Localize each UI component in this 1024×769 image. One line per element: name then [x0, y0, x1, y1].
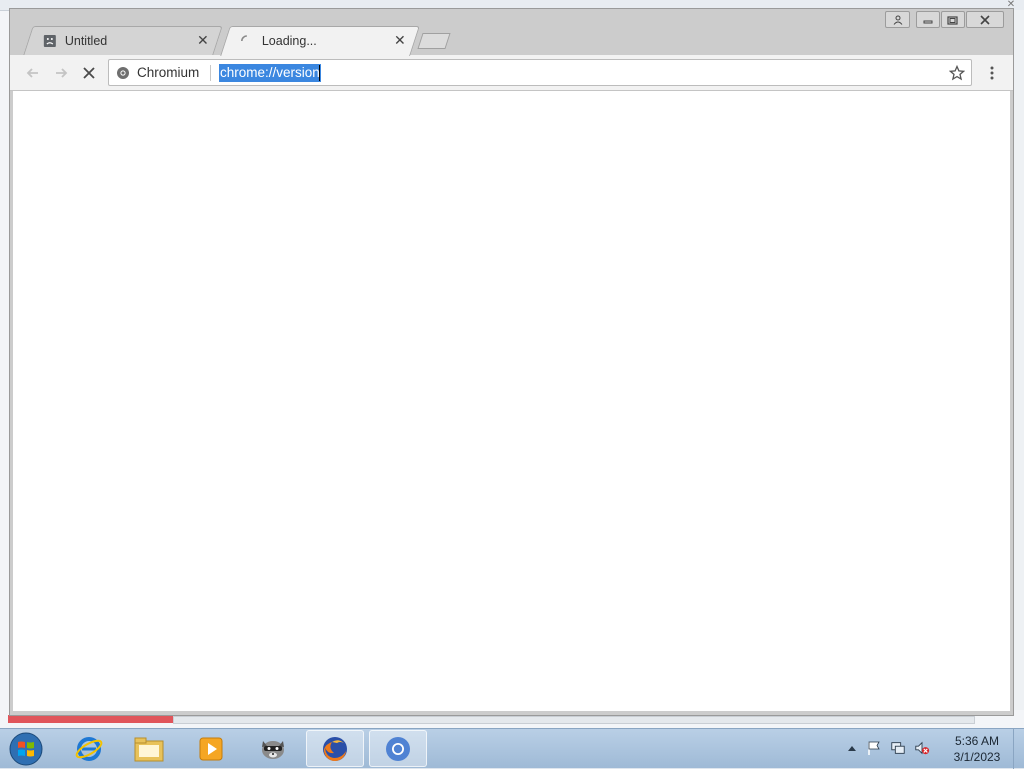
- folder-icon: [134, 737, 164, 761]
- taskbar-windows-explorer[interactable]: [120, 730, 178, 767]
- background-progress-strip: [8, 715, 173, 723]
- network-icon: [891, 742, 905, 754]
- taskbar-chromium[interactable]: [369, 730, 427, 767]
- taskbar-media-player[interactable]: [182, 730, 240, 767]
- omnibox-divider: [210, 65, 211, 81]
- windows-logo-icon: [9, 732, 43, 766]
- clock-time: 5:36 AM: [954, 734, 1000, 748]
- tab-close-icon[interactable]: ✕: [195, 32, 211, 48]
- minimize-button[interactable]: [916, 11, 940, 28]
- restore-icon: [947, 15, 958, 25]
- taskbar-firefox[interactable]: [306, 730, 364, 767]
- tab-loading[interactable]: Loading... ✕: [220, 26, 420, 56]
- taskbar-raccoon-app[interactable]: [244, 730, 302, 767]
- action-center-flag[interactable]: [866, 740, 882, 756]
- stop-x-icon: [83, 67, 95, 79]
- back-button[interactable]: [21, 61, 45, 85]
- bookmark-star-button[interactable]: [947, 63, 967, 83]
- show-hidden-icons-button[interactable]: [844, 740, 860, 756]
- browser-toolbar: Chromium chrome://version: [10, 55, 1013, 91]
- background-horizontal-scrollbar[interactable]: [173, 716, 975, 724]
- taskbar-internet-explorer[interactable]: [60, 730, 118, 767]
- network-status[interactable]: [890, 740, 906, 756]
- tab-untitled[interactable]: Untitled ✕: [23, 26, 223, 55]
- text-cursor: [319, 65, 320, 81]
- raccoon-icon: [262, 740, 284, 759]
- tab-close-icon[interactable]: ✕: [392, 32, 408, 48]
- taskbar: 5:36 AM 3/1/2023: [0, 728, 1024, 769]
- background-scrollbar[interactable]: [1013, 10, 1024, 710]
- system-tray: 5:36 AM 3/1/2023: [840, 729, 1024, 769]
- page-content[interactable]: [13, 91, 1010, 711]
- star-icon: [949, 65, 965, 81]
- maximize-button[interactable]: [941, 11, 965, 28]
- arrow-left-icon: [26, 68, 38, 78]
- arrow-right-icon: [56, 68, 68, 78]
- kebab-menu-icon: [990, 66, 994, 80]
- profile-button[interactable]: [885, 11, 910, 28]
- tab-title: Untitled: [64, 34, 108, 48]
- media-player-icon: [199, 737, 223, 760]
- start-button[interactable]: [4, 730, 48, 768]
- show-desktop-button[interactable]: [1013, 729, 1024, 769]
- loading-spinner-icon: [240, 34, 254, 48]
- browser-window: Untitled ✕ Loading... ✕ Chromium chrome:…: [9, 8, 1014, 716]
- volume-muted[interactable]: [914, 740, 930, 756]
- url-text-selected[interactable]: chrome://version: [219, 64, 321, 82]
- taskbar-clock[interactable]: 5:36 AM 3/1/2023: [944, 733, 1010, 765]
- sad-document-icon: [43, 34, 57, 48]
- firefox-icon: [323, 736, 347, 761]
- clock-date: 3/1/2023: [953, 750, 1001, 764]
- close-button[interactable]: [966, 11, 1004, 28]
- browser-menu-button[interactable]: [982, 61, 1002, 85]
- tab-strip: Untitled ✕ Loading... ✕: [10, 9, 1013, 56]
- chromium-page-icon: [116, 66, 130, 80]
- new-tab-button[interactable]: [417, 33, 451, 49]
- chromium-icon: [386, 736, 410, 761]
- tab-title: Loading...: [261, 34, 317, 48]
- speaker-muted-icon: [915, 741, 930, 755]
- close-icon: [980, 14, 990, 25]
- stop-loading-button[interactable]: [77, 61, 101, 85]
- minimize-icon: [923, 20, 933, 23]
- site-chip-label: Chromium: [137, 65, 200, 80]
- address-bar[interactable]: Chromium chrome://version: [108, 59, 972, 86]
- flag-icon: [868, 741, 880, 755]
- forward-button[interactable]: [49, 61, 73, 85]
- internet-explorer-icon: [75, 736, 103, 761]
- chevron-up-icon: [848, 746, 856, 751]
- person-icon: [893, 15, 902, 25]
